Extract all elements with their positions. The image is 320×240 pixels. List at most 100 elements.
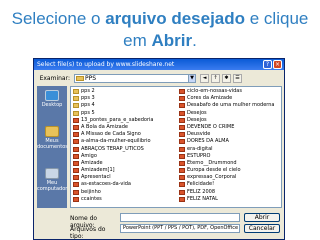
- powerpoint-file-icon: [179, 196, 185, 202]
- file-list-item[interactable]: as-estacoes-da-vida: [73, 181, 173, 188]
- file-list-item[interactable]: a-alma-da-mulher-equilibrio: [73, 138, 173, 145]
- dialog-titlebar[interactable]: Select file(s) to upload by www.slidesha…: [34, 59, 284, 70]
- file-list-item[interactable]: Eterno__Drummond: [179, 160, 279, 167]
- file-list-item[interactable]: pps 5: [73, 110, 173, 117]
- file-list-item[interactable]: DORES DA ALMA: [179, 138, 279, 145]
- file-list-item[interactable]: Amigo: [73, 153, 173, 160]
- file-list-item[interactable]: A Missao de Cada Signo: [73, 131, 173, 138]
- file-list-item[interactable]: pps 2: [73, 88, 173, 95]
- open-button[interactable]: Abrir: [244, 213, 280, 222]
- powerpoint-file-icon: [179, 139, 185, 145]
- file-list-item[interactable]: ABRAÇOS TERAP_UTICOS: [73, 146, 173, 153]
- powerpoint-file-icon: [73, 146, 79, 152]
- powerpoint-file-icon: [179, 117, 185, 123]
- place-desktop[interactable]: Desktop: [37, 90, 67, 108]
- chevron-down-icon[interactable]: ▼: [188, 74, 196, 83]
- look-in-label: Examinar:: [39, 75, 70, 82]
- dialog-footer: Nome do arquivo: Abrir Arquivos do tipo:…: [70, 213, 282, 239]
- powerpoint-file-icon: [73, 175, 79, 181]
- powerpoint-file-icon: [179, 110, 185, 116]
- file-list-item[interactable]: Cores da Amizade: [179, 95, 279, 102]
- file-list-item[interactable]: A Bola da Amizade: [73, 124, 173, 131]
- file-name: expressao_Corporal: [187, 174, 237, 181]
- file-list-item[interactable]: Deusvide: [179, 131, 279, 138]
- file-list-item[interactable]: Apresentacl: [73, 174, 173, 181]
- file-list-item[interactable]: Desejos: [179, 117, 279, 124]
- file-list[interactable]: pps 2 pps 3 pps 4 pps 5 13_pontes_para_e_sab…: [70, 86, 282, 208]
- file-name: DORES DA ALMA: [187, 138, 229, 145]
- powerpoint-file-icon: [179, 168, 185, 174]
- powerpoint-file-icon: [73, 168, 79, 174]
- new-folder-icon[interactable]: ✱: [222, 74, 231, 83]
- filename-input[interactable]: [120, 213, 240, 222]
- powerpoint-file-icon: [179, 175, 185, 181]
- up-folder-icon[interactable]: ↑: [211, 74, 220, 83]
- file-list-item[interactable]: 13_pontes_para_e_sabedoria: [73, 117, 173, 124]
- file-name: Amigo: [81, 152, 97, 159]
- file-list-item[interactable]: beijinho: [73, 189, 173, 196]
- file-list-item[interactable]: FELIZ NATAL: [179, 196, 279, 203]
- file-list-item[interactable]: ciclo-em-nossas-vidas: [179, 88, 279, 95]
- cancel-button[interactable]: Cancelar: [244, 224, 280, 233]
- file-list-item[interactable]: Desejos: [179, 110, 279, 117]
- filetype-label: Arquivos do tipo:: [70, 226, 106, 240]
- powerpoint-file-icon: [73, 132, 79, 138]
- look-in-dropdown[interactable]: PPS: [74, 74, 194, 83]
- filename-row: Nome do arquivo: Abrir: [70, 213, 282, 229]
- file-list-item[interactable]: Felicidade!: [179, 181, 279, 188]
- file-list-item[interactable]: Europa desde el cielo: [179, 167, 279, 174]
- computer-icon: [45, 168, 59, 179]
- file-name: pps 5: [81, 109, 95, 116]
- file-name: Europa desde el cielo: [187, 167, 241, 174]
- place-my-computer[interactable]: Meu computador: [37, 168, 67, 192]
- powerpoint-file-icon: [179, 132, 185, 138]
- file-name: ccaintes: [81, 195, 102, 202]
- close-icon[interactable]: ×: [273, 60, 282, 69]
- file-list-item[interactable]: Desabafo de uma mulher moderna: [179, 102, 279, 109]
- powerpoint-file-icon: [73, 124, 79, 130]
- file-list-item[interactable]: pps 3: [73, 95, 173, 102]
- file-list-item[interactable]: Amizadem[1]: [73, 167, 173, 174]
- file-list-item[interactable]: Amizade: [73, 160, 173, 167]
- file-list-item[interactable]: ESTUPRO: [179, 153, 279, 160]
- file-name: Apresentacl: [81, 174, 111, 181]
- file-name: Desejos: [187, 109, 207, 116]
- file-name: Eterno__Drummond: [187, 159, 237, 166]
- place-my-documents[interactable]: Meus documentos: [37, 126, 68, 150]
- file-name: pps 3: [81, 95, 95, 102]
- file-name: Desabafo de uma mulher moderna: [187, 102, 275, 109]
- file-name: 13_pontes_para_e_sabedoria: [81, 116, 154, 123]
- file-name: Amizadem[1]: [81, 167, 115, 174]
- file-name: Deusvide: [187, 131, 211, 138]
- file-list-item[interactable]: expressao_Corporal: [179, 174, 279, 181]
- file-name: pps 4: [81, 102, 95, 109]
- file-name: ESTUPRO: [187, 152, 211, 159]
- headline-emphasis: Abrir: [151, 31, 193, 50]
- dialog-title: Select file(s) to upload by www.slidesha…: [37, 61, 175, 68]
- back-icon[interactable]: ◄: [200, 74, 209, 83]
- place-label: Meu computador: [37, 180, 68, 192]
- headline-part: Selecione o: [11, 9, 106, 28]
- file-list-item[interactable]: ccaintes: [73, 196, 173, 203]
- place-label: Meus documentos: [37, 138, 68, 150]
- file-list-item[interactable]: DEVENDE O CRIME: [179, 124, 279, 131]
- powerpoint-file-icon: [73, 189, 79, 195]
- help-icon[interactable]: ?: [263, 60, 272, 69]
- folder-icon: [73, 103, 79, 109]
- view-menu-icon[interactable]: ☰: [233, 74, 242, 83]
- file-name: Cores da Amizade: [187, 95, 233, 102]
- file-list-item[interactable]: era-digital: [179, 146, 279, 153]
- file-list-item[interactable]: FELIZ 2008: [179, 189, 279, 196]
- powerpoint-file-icon: [179, 160, 185, 166]
- powerpoint-file-icon: [73, 153, 79, 159]
- file-name: beijinho: [81, 188, 101, 195]
- file-name: ciclo-em-nossas-vidas: [187, 88, 242, 94]
- powerpoint-file-icon: [179, 103, 185, 109]
- filetype-select[interactable]: PowerPoint (PPT / PPS / POT), PDF, OpenO…: [120, 224, 240, 233]
- file-name: ABRAÇOS TERAP_UTICOS: [81, 145, 144, 152]
- file-list-item[interactable]: pps 4: [73, 102, 173, 109]
- look-in-value: PPS: [85, 75, 97, 82]
- file-name: Amizade: [81, 159, 103, 166]
- file-name: as-estacoes-da-vida: [81, 181, 131, 188]
- folder-icon: [76, 76, 84, 81]
